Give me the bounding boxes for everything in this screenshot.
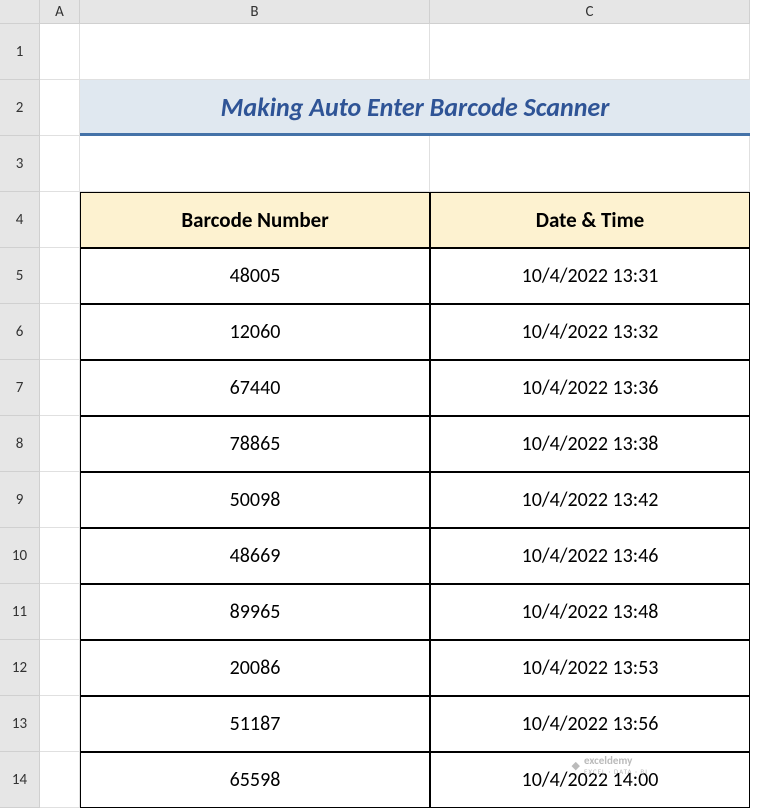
watermark-icon: ◆: [572, 759, 580, 772]
row-header-10[interactable]: 10: [0, 528, 40, 584]
cell-a2[interactable]: [40, 80, 80, 136]
row-header-4[interactable]: 4: [0, 192, 40, 248]
cell-b1[interactable]: [80, 24, 430, 80]
cell-b3[interactable]: [80, 136, 430, 192]
column-header-b[interactable]: B: [80, 0, 430, 24]
cell-a1[interactable]: [40, 24, 80, 80]
table-row[interactable]: 48005: [80, 248, 430, 304]
table-row[interactable]: 65598: [80, 752, 430, 808]
table-row[interactable]: 51187: [80, 696, 430, 752]
cell-c1[interactable]: [430, 24, 750, 80]
table-row[interactable]: 67440: [80, 360, 430, 416]
row-header-6[interactable]: 6: [0, 304, 40, 360]
cell-a9[interactable]: [40, 472, 80, 528]
watermark: ◆ exceldemy EXCEL · DATA · BI: [572, 754, 648, 776]
cell-a8[interactable]: [40, 416, 80, 472]
table-row[interactable]: 20086: [80, 640, 430, 696]
row-header-3[interactable]: 3: [0, 136, 40, 192]
watermark-text: exceldemy: [584, 754, 648, 767]
row-header-2[interactable]: 2: [0, 80, 40, 136]
row-header-1[interactable]: 1: [0, 24, 40, 80]
table-row[interactable]: 89965: [80, 584, 430, 640]
row-header-8[interactable]: 8: [0, 416, 40, 472]
cell-a6[interactable]: [40, 304, 80, 360]
cell-a12[interactable]: [40, 640, 80, 696]
table-row[interactable]: 48669: [80, 528, 430, 584]
table-row[interactable]: 12060: [80, 304, 430, 360]
table-row[interactable]: 10/4/2022 13:42: [430, 472, 750, 528]
cell-a10[interactable]: [40, 528, 80, 584]
row-header-7[interactable]: 7: [0, 360, 40, 416]
row-header-13[interactable]: 13: [0, 696, 40, 752]
column-header-c[interactable]: C: [430, 0, 750, 24]
row-header-9[interactable]: 9: [0, 472, 40, 528]
spreadsheet-grid: A B C 1 2 Making Auto Enter Barcode Scan…: [0, 0, 768, 808]
select-all-corner[interactable]: [0, 0, 40, 24]
cell-c3[interactable]: [430, 136, 750, 192]
row-header-5[interactable]: 5: [0, 248, 40, 304]
table-row[interactable]: 50098: [80, 472, 430, 528]
column-header-a[interactable]: A: [40, 0, 80, 24]
table-row[interactable]: 10/4/2022 13:36: [430, 360, 750, 416]
cell-a3[interactable]: [40, 136, 80, 192]
watermark-subtext: EXCEL · DATA · BI: [584, 767, 648, 776]
cell-a5[interactable]: [40, 248, 80, 304]
cell-a4[interactable]: [40, 192, 80, 248]
row-header-11[interactable]: 11: [0, 584, 40, 640]
cell-a11[interactable]: [40, 584, 80, 640]
cell-a14[interactable]: [40, 752, 80, 808]
table-row[interactable]: 10/4/2022 13:56: [430, 696, 750, 752]
table-row[interactable]: 78865: [80, 416, 430, 472]
table-row[interactable]: 10/4/2022 13:32: [430, 304, 750, 360]
worksheet-title[interactable]: Making Auto Enter Barcode Scanner: [80, 80, 750, 136]
table-header-barcode[interactable]: Barcode Number: [80, 192, 430, 248]
table-header-datetime[interactable]: Date & Time: [430, 192, 750, 248]
table-row[interactable]: 10/4/2022 13:31: [430, 248, 750, 304]
table-row[interactable]: 10/4/2022 13:38: [430, 416, 750, 472]
table-row[interactable]: 10/4/2022 13:46: [430, 528, 750, 584]
row-header-14[interactable]: 14: [0, 752, 40, 808]
cell-a13[interactable]: [40, 696, 80, 752]
cell-a7[interactable]: [40, 360, 80, 416]
table-row[interactable]: 10/4/2022 13:53: [430, 640, 750, 696]
table-row[interactable]: 10/4/2022 13:48: [430, 584, 750, 640]
row-header-12[interactable]: 12: [0, 640, 40, 696]
